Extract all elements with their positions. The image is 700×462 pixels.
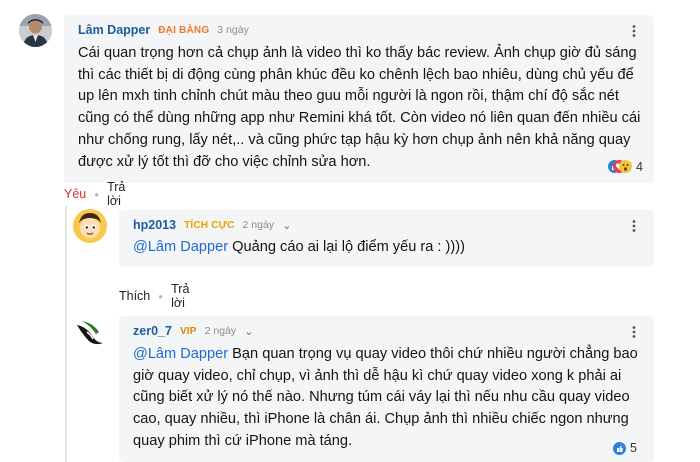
username[interactable]: zer0_7 (133, 324, 172, 338)
comment-body: @Lâm Dapper Quảng cáo ai lại lộ điểm yếu… (133, 237, 643, 259)
comment-body: Cái quan trọng hơn cả chụp ảnh là video … (78, 45, 641, 170)
more-options-icon[interactable] (627, 24, 641, 38)
like-button[interactable]: Thích (119, 289, 150, 303)
timestamp[interactable]: 3 ngày (217, 24, 249, 36)
avatar[interactable] (73, 315, 107, 349)
mention-link[interactable]: @Lâm Dapper (133, 239, 228, 255)
comment-body: @Lâm Dapper Bạn quan trọng vụ quay video… (133, 344, 643, 453)
chevron-down-icon[interactable]: ⌄ (282, 219, 291, 232)
comment-actions: Thích ● Trả lời (119, 282, 189, 310)
reply-button[interactable]: Trả lời (171, 282, 189, 310)
wow-icon (619, 160, 632, 173)
user-badge: ĐẠI BÀNG (158, 24, 210, 36)
chevron-down-icon[interactable]: ⌄ (244, 325, 253, 338)
avatar[interactable] (19, 14, 52, 47)
timestamp[interactable]: 2 ngày (243, 219, 275, 231)
reaction-count: 5 (630, 441, 637, 455)
thread-line (65, 206, 67, 462)
reply-button[interactable]: Trả lời (107, 180, 125, 208)
username[interactable]: Lâm Dapper (78, 23, 150, 37)
comment-bubble: hp2013 TÍCH CỰC 2 ngày ⌄ @Lâm Dapper Quả… (119, 210, 654, 267)
reaction-summary[interactable]: 5 (613, 441, 637, 455)
timestamp[interactable]: 2 ngày (205, 325, 237, 337)
comment-bubble: zer0_7 VIP 2 ngày ⌄ @Lâm Dapper Bạn quan… (119, 316, 654, 462)
reaction-summary[interactable]: 4 (608, 160, 643, 174)
like-icon (613, 441, 626, 455)
more-options-icon[interactable] (627, 219, 641, 233)
cartoon-avatar-icon (73, 209, 107, 243)
user-photo-icon (19, 14, 52, 47)
comment-bubble: Lâm Dapper ĐẠI BÀNG 3 ngày Cái quan trọn… (64, 15, 654, 183)
love-reaction-button[interactable]: Yêu (64, 187, 86, 201)
reaction-icons (608, 160, 632, 174)
username[interactable]: hp2013 (133, 218, 176, 232)
avatar[interactable] (73, 209, 107, 243)
mention-link[interactable]: @Lâm Dapper (133, 346, 228, 362)
reaction-count: 4 (636, 160, 643, 174)
logo-avatar-icon (73, 315, 107, 349)
user-badge: TÍCH CỰC (184, 219, 235, 231)
user-badge: VIP (179, 325, 197, 337)
separator-dot: ● (158, 291, 164, 301)
comment-actions: Yêu ● Trả lời (64, 180, 125, 208)
separator-dot: ● (94, 189, 100, 199)
comment-text: Quảng cáo ai lại lộ điểm yếu ra : )))) (228, 239, 465, 255)
more-options-icon[interactable] (627, 325, 641, 339)
